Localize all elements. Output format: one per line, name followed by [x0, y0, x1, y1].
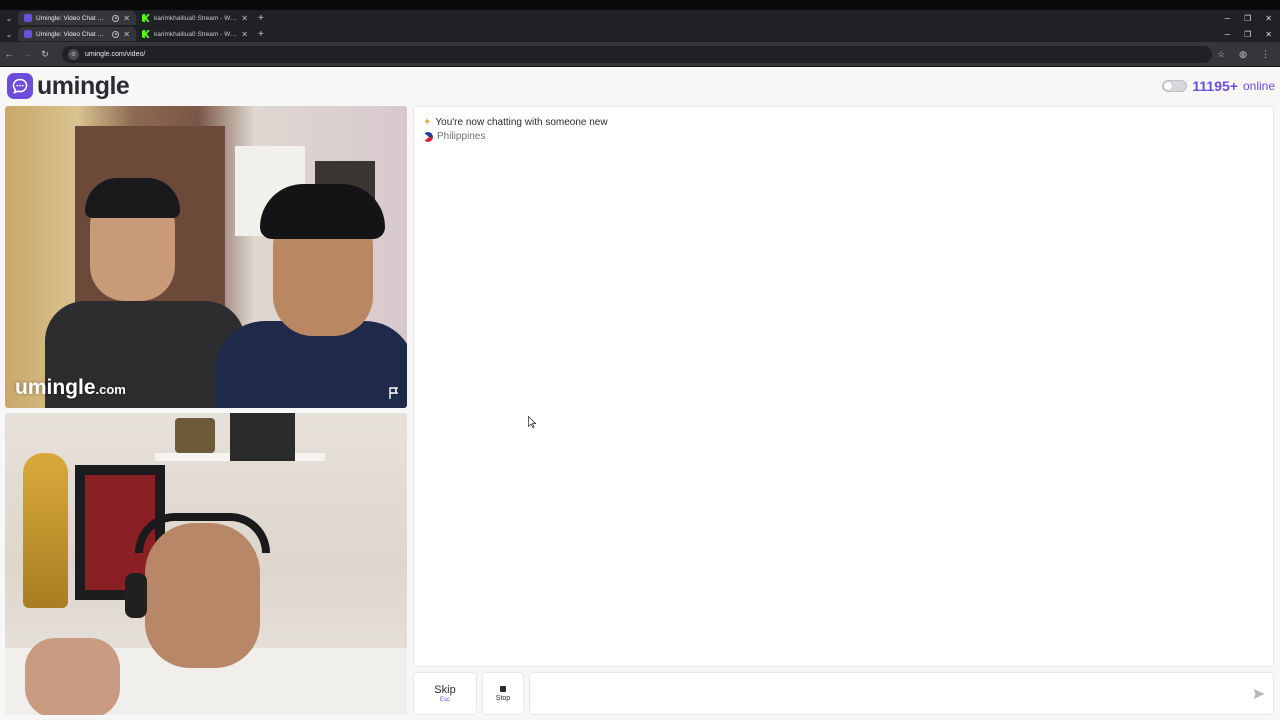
umingle-favicon-icon [24, 30, 32, 38]
send-icon[interactable] [1252, 687, 1266, 701]
reload-icon[interactable]: ↻ [36, 49, 54, 60]
tab-umingle[interactable]: Umingle: Video Chat with S ✕ [18, 11, 136, 25]
person-left-hair [85, 178, 180, 218]
skip-label: Skip [434, 684, 456, 696]
minimize-icon[interactable]: ─ [1224, 14, 1230, 23]
url-text: umingle.com/video/ [85, 50, 146, 58]
status-message: You're now chatting with someone new [435, 117, 608, 128]
system-message: ✦ You're now chatting with someone new [423, 117, 608, 128]
url-field[interactable]: ⚙ umingle.com/video/ [62, 45, 1212, 63]
umingle-favicon-icon [24, 14, 32, 22]
chat-panel: ✦ You're now chatting with someone new P… [413, 106, 1274, 667]
raised-hand [25, 638, 120, 715]
online-indicator: 11195+ online [1162, 78, 1275, 94]
skip-shortcut-hint: Esc [439, 697, 450, 703]
tab-strip-secondary: ⌄ Umingle: Video Chat with S ✕ karimkhal… [0, 26, 1280, 42]
shelf-frame [230, 413, 295, 461]
tab-title: Umingle: Video Chat with S [36, 30, 109, 38]
window-controls: ─ ❐ ✕ [1224, 14, 1280, 23]
tab-title: karimkhalilua0 Stream - Watch [154, 14, 238, 22]
headset [135, 513, 270, 553]
theme-toggle[interactable] [1162, 80, 1188, 92]
toolbar-actions: ☆ ◍ ⋮ [1217, 49, 1280, 60]
screen-top-edge [0, 0, 1280, 10]
sparkle-icon: ✦ [423, 117, 432, 128]
country-line: Philippines [423, 131, 485, 142]
tab-title: Umingle: Video Chat with S [36, 14, 109, 22]
logo-text[interactable]: umingle [37, 72, 130, 101]
new-tab-icon[interactable]: + [258, 13, 264, 24]
watermark-main: umingle [15, 376, 96, 399]
umingle-watermark: umingle.com [15, 376, 126, 400]
stop-square-icon [500, 685, 506, 692]
bookmark-star-icon[interactable]: ☆ [1217, 49, 1225, 60]
country-name: Philippines [437, 131, 486, 142]
trophy [23, 453, 68, 608]
close-tab-icon[interactable]: ✕ [123, 30, 130, 39]
online-label: online [1242, 79, 1275, 93]
close-tab-icon[interactable]: ✕ [241, 30, 248, 39]
skip-button[interactable]: Skip Esc [413, 672, 477, 715]
stop-label: Stop [495, 694, 511, 702]
chat-bubble-icon[interactable] [7, 73, 33, 99]
forward-icon[interactable]: → [18, 49, 36, 59]
mouse-cursor-icon [528, 416, 536, 428]
chat-controls: Skip Esc Stop [413, 672, 1274, 715]
site-header: umingle 11195+ online [0, 67, 1280, 105]
tab-kick-stream[interactable]: karimkhalilua0 Stream - Watch ✕ [136, 11, 254, 25]
restore-icon[interactable]: ❐ [1244, 14, 1251, 23]
message-input[interactable] [529, 672, 1274, 715]
address-bar-row: ← → ↻ ⚙ umingle.com/video/ ☆ ◍ ⋮ [0, 42, 1280, 67]
headset-earcup [125, 573, 147, 618]
tab-kick-stream[interactable]: karimkhalilua0 Stream - Watch ✕ [136, 27, 254, 41]
watermark-suffix: .com [95, 382, 126, 397]
recording-indicator-icon [112, 30, 120, 38]
tab-title: karimkhalilua0 Stream - Watch [154, 30, 238, 38]
remote-video: umingle.com [5, 106, 407, 408]
close-window-icon[interactable]: ✕ [1265, 30, 1272, 39]
stop-button[interactable]: Stop [482, 672, 524, 715]
close-tab-icon[interactable]: ✕ [241, 14, 248, 23]
tab-strip: ⌄ Umingle: Video Chat with S ✕ karimkhal… [0, 10, 1280, 26]
local-video [5, 413, 407, 715]
online-count: 11195+ [1192, 78, 1238, 94]
new-tab-icon[interactable]: + [258, 29, 264, 40]
back-icon[interactable]: ← [0, 49, 18, 59]
profile-icon[interactable]: ◍ [1239, 49, 1247, 60]
tab-search-icon[interactable]: ⌄ [0, 26, 18, 42]
minimize-icon[interactable]: ─ [1224, 30, 1230, 39]
site-info-icon[interactable]: ⚙ [68, 48, 79, 60]
person-right-hair [260, 184, 385, 239]
close-tab-icon[interactable]: ✕ [123, 14, 130, 23]
tab-umingle[interactable]: Umingle: Video Chat with S ✕ [18, 27, 136, 41]
menu-kebab-icon[interactable]: ⋮ [1261, 49, 1270, 60]
philippines-flag-icon [423, 131, 433, 142]
close-window-icon[interactable]: ✕ [1265, 14, 1272, 23]
recording-indicator-icon [112, 14, 120, 22]
restore-icon[interactable]: ❐ [1244, 30, 1251, 39]
shelf-plant [175, 418, 215, 453]
tab-search-icon[interactable]: ⌄ [0, 10, 18, 26]
kick-favicon-icon [142, 30, 150, 38]
kick-favicon-icon [142, 14, 150, 22]
flag-icon[interactable] [387, 386, 401, 400]
window-controls: ─ ❐ ✕ [1224, 30, 1280, 39]
